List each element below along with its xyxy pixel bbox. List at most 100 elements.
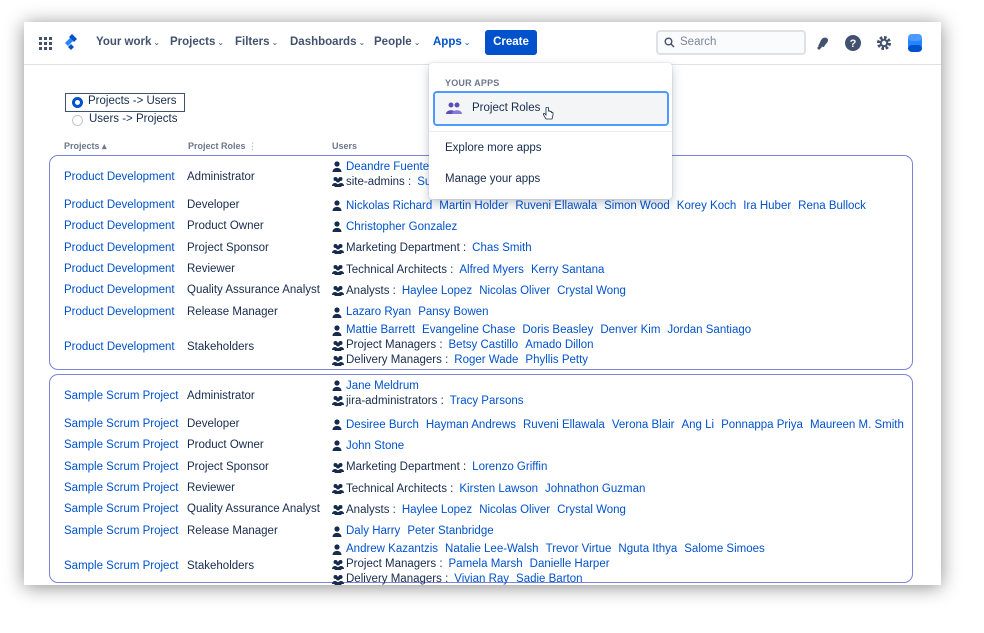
user-link[interactable]: Denver Kim (600, 324, 660, 336)
radio-unselected-icon (72, 115, 83, 126)
user-link[interactable]: Maureen M. Smith (810, 419, 904, 431)
nav-apps[interactable]: Apps⌄ (433, 36, 470, 48)
user-link[interactable]: Lorenzo Griffin (472, 461, 547, 473)
user-link[interactable]: Pamela Marsh (449, 558, 523, 570)
project-link[interactable]: Sample Scrum Project (64, 525, 178, 537)
group-icon (332, 340, 344, 351)
menu-item-explore-apps[interactable]: Explore more apps (445, 142, 542, 154)
user-link[interactable]: Crystal Wong (557, 504, 626, 516)
user-link[interactable]: Chas Smith (472, 242, 531, 254)
nav-people[interactable]: People⌄ (374, 36, 420, 48)
nav-dashboards[interactable]: Dashboards⌄ (290, 36, 365, 48)
project-link[interactable]: Sample Scrum Project (64, 461, 178, 473)
user-link[interactable]: Danielle Harper (530, 558, 610, 570)
user-link[interactable]: Korey Koch (677, 200, 736, 212)
user-line: Lazaro Ryan Pansy Bowen (332, 305, 496, 320)
project-link[interactable]: Sample Scrum Project (64, 390, 178, 402)
project-link[interactable]: Sample Scrum Project (64, 560, 178, 572)
user-link[interactable]: Betsy Castillo (449, 339, 519, 351)
user-link[interactable]: Hayman Andrews (426, 419, 516, 431)
user-link[interactable]: Jane Meldrum (346, 380, 419, 392)
user-link[interactable]: Doris Beasley (522, 324, 593, 336)
user-link[interactable]: Evangeline Chase (422, 324, 515, 336)
nav-projects[interactable]: Projects⌄ (170, 36, 224, 48)
project-link[interactable]: Product Development (64, 341, 175, 353)
user-link[interactable]: Mattie Barrett (346, 324, 415, 336)
group-icon (332, 395, 344, 406)
user-link[interactable]: Vivian Ray (454, 573, 509, 585)
user-link[interactable]: Roger Wade (454, 354, 518, 366)
user-link[interactable]: Peter Stanbridge (407, 525, 493, 537)
project-link[interactable]: Sample Scrum Project (64, 418, 178, 430)
radio-users-projects[interactable]: Users -> Projects (65, 112, 185, 130)
user-link[interactable]: Ruveni Ellawala (515, 200, 597, 212)
user-link[interactable]: Deandre Fuentes (346, 161, 435, 173)
user-link[interactable]: Johnathon Guzman (545, 483, 645, 495)
jira-logo-icon[interactable] (62, 34, 78, 52)
group-line: Delivery Managers :Vivian RaySadie Barto… (332, 572, 772, 585)
user-link[interactable]: Christopher Gonzalez (346, 221, 457, 233)
user-link[interactable]: Rena Bullock (798, 200, 866, 212)
project-link[interactable]: Sample Scrum Project (64, 439, 178, 451)
project-link[interactable]: Product Development (64, 220, 175, 232)
user-link[interactable]: Jordan Santiago (667, 324, 751, 336)
user-link[interactable]: Verona Blair (612, 419, 675, 431)
user-link[interactable]: Nicolas Oliver (479, 285, 550, 297)
project-link[interactable]: Product Development (64, 306, 175, 318)
avatar[interactable] (907, 33, 923, 53)
user-link[interactable]: Alfred Myers (459, 264, 524, 276)
column-header-roles[interactable]: Project Roles ⋮ (188, 141, 257, 152)
user-link[interactable]: Pansy Bowen (418, 306, 488, 318)
user-link[interactable]: Nguta Ithya (618, 543, 677, 555)
user-link[interactable]: Lazaro Ryan (346, 306, 411, 318)
column-header-projects[interactable]: Projects ▴ (64, 141, 107, 152)
user-link[interactable]: Trevor Virtue (546, 543, 612, 555)
user-link[interactable]: Simon Wood (604, 200, 670, 212)
user-link[interactable]: Natalie Lee-Walsh (445, 543, 539, 555)
project-link[interactable]: Product Development (64, 263, 175, 275)
nav-filters[interactable]: Filters⌄ (235, 36, 278, 48)
user-link[interactable]: Ruveni Ellawala (523, 419, 605, 431)
search-input[interactable]: Search (656, 30, 806, 55)
user-line: Mattie Barrett Evangeline Chase Doris Beas… (332, 323, 758, 338)
project-link[interactable]: Product Development (64, 199, 175, 211)
table-row: Sample Scrum ProjectReviewerTechnical Ar… (24, 478, 941, 499)
column-header-users[interactable]: Users (332, 141, 357, 151)
menu-item-manage-apps[interactable]: Manage your apps (445, 173, 540, 185)
user-line: John Stone (332, 438, 411, 453)
user-link[interactable]: Phyllis Petty (525, 354, 588, 366)
user-link[interactable]: Andrew Kazantzis (346, 543, 438, 555)
project-link[interactable]: Product Development (64, 242, 175, 254)
user-link[interactable]: John Stone (346, 440, 404, 452)
user-link[interactable]: Nickolas Richard (346, 200, 432, 212)
help-icon[interactable]: ? (844, 34, 862, 52)
user-link[interactable]: Nicolas Oliver (479, 504, 550, 516)
user-link[interactable]: Desiree Burch (346, 419, 419, 431)
user-link[interactable]: Sadie Barton (516, 573, 583, 585)
user-link[interactable]: Amado Dillon (525, 339, 593, 351)
project-link[interactable]: Product Development (64, 284, 175, 296)
user-link[interactable]: Martin Holder (439, 200, 508, 212)
user-link[interactable]: Kirsten Lawson (459, 483, 538, 495)
app-switcher-icon[interactable] (39, 37, 52, 50)
project-link[interactable]: Sample Scrum Project (64, 503, 178, 515)
user-link[interactable]: Ira Huber (743, 200, 791, 212)
user-link[interactable]: Ponnappa Priya (721, 419, 803, 431)
user-link[interactable]: Tracy Parsons (450, 395, 524, 407)
user-link[interactable]: Ang Li (681, 419, 714, 431)
radio-projects-users[interactable]: Projects -> Users (65, 93, 185, 112)
project-link[interactable]: Product Development (64, 171, 175, 183)
project-link[interactable]: Sample Scrum Project (64, 482, 178, 494)
menu-item-project-roles[interactable]: Project Roles (433, 91, 669, 126)
create-button[interactable]: Create (485, 30, 537, 55)
notifications-icon[interactable] (814, 34, 832, 52)
user-link[interactable]: Haylee Lopez (402, 504, 472, 516)
user-link[interactable]: Salome Simoes (684, 543, 765, 555)
nav-your-work[interactable]: Your work⌄ (96, 36, 160, 48)
settings-gear-icon[interactable] (875, 34, 893, 52)
user-link[interactable]: Crystal Wong (557, 285, 626, 297)
user-link[interactable]: Haylee Lopez (402, 285, 472, 297)
user-link[interactable]: Daly Harry (346, 525, 400, 537)
group-line: site-admins :Su (332, 174, 442, 189)
user-link[interactable]: Kerry Santana (531, 264, 605, 276)
